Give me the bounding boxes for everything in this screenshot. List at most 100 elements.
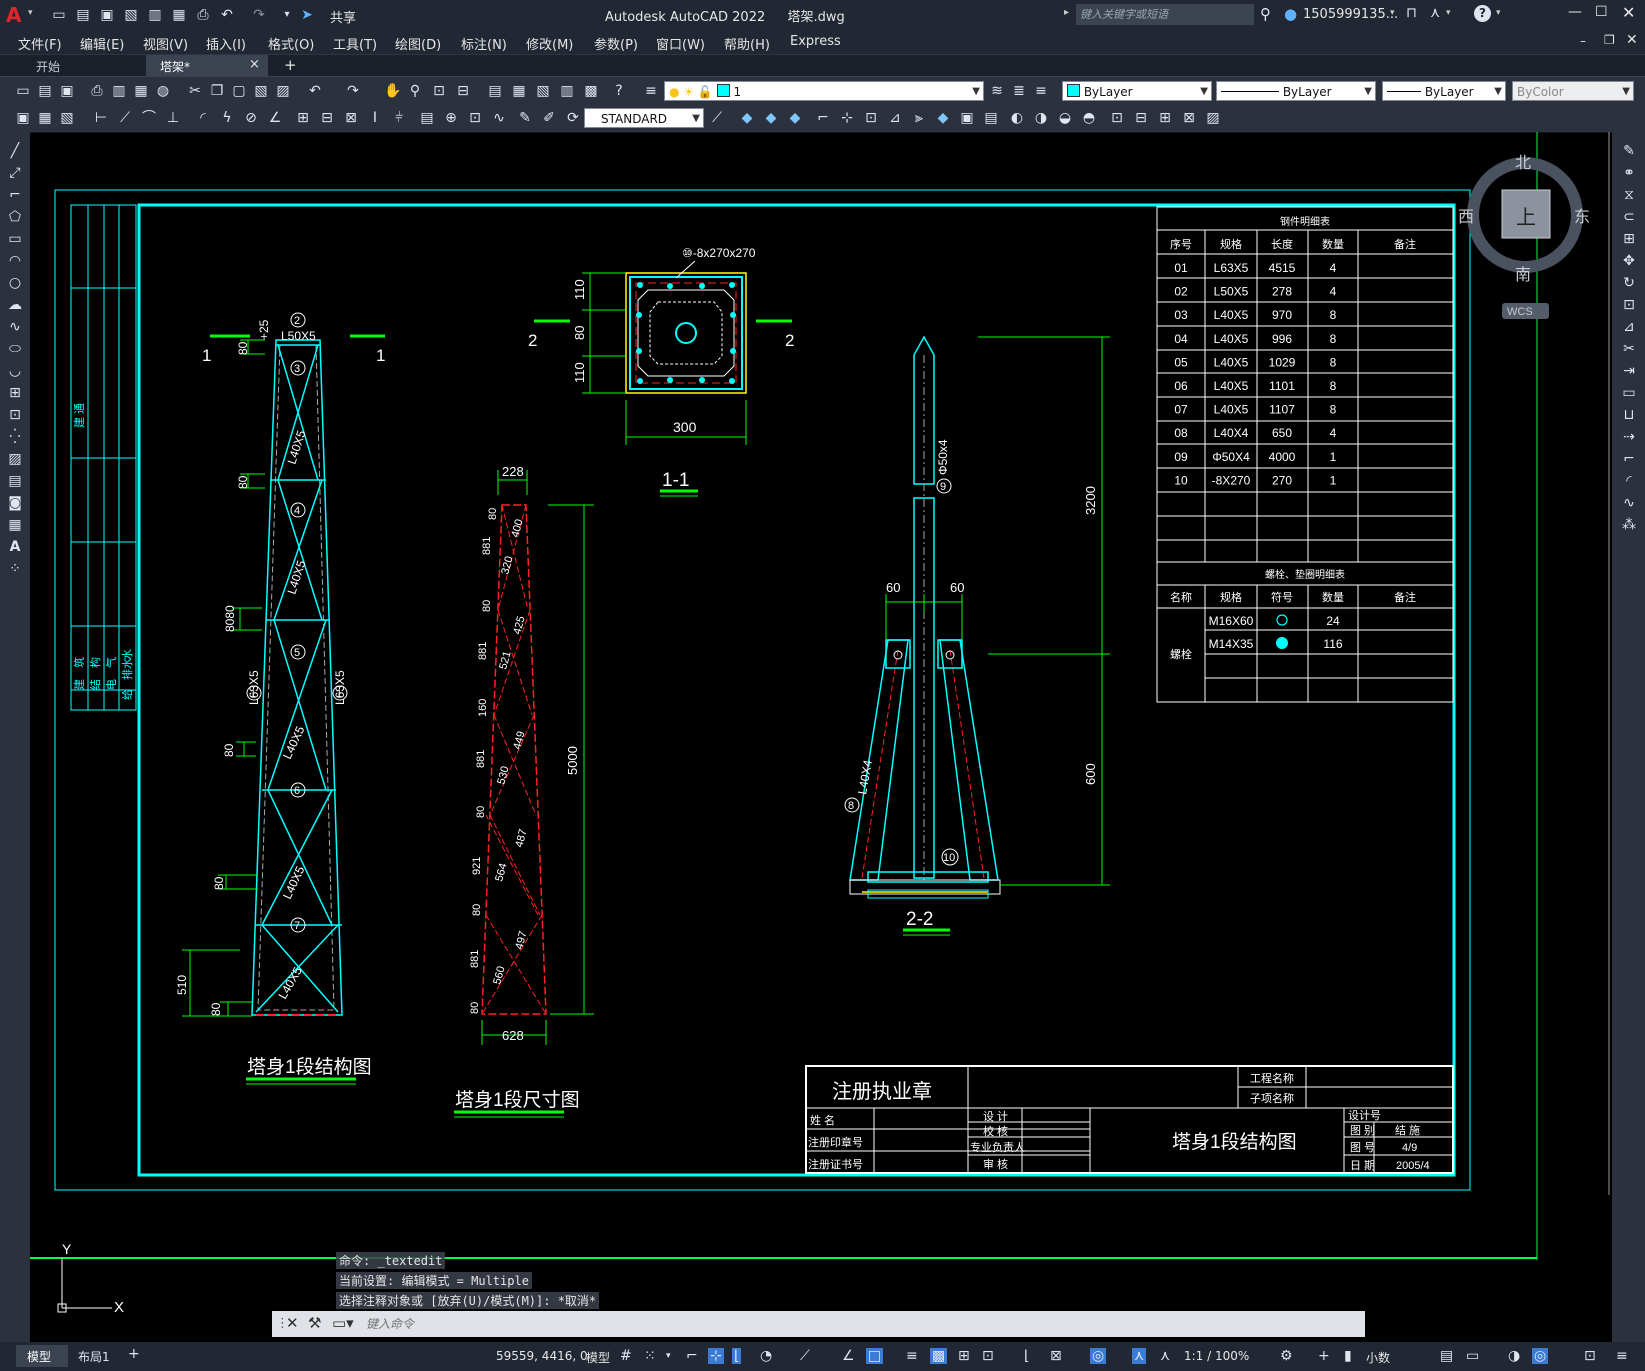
sheet-set-icon[interactable]: ▥ <box>558 82 576 100</box>
lock-ui-icon[interactable]: ▭ <box>1466 1348 1479 1364</box>
redo-icon[interactable]: ↷ <box>250 6 268 24</box>
view-3d-icon-1[interactable]: ◆ <box>738 109 756 127</box>
layer-dropdown[interactable]: ● ☀ 🔓 1 ▼ <box>664 81 984 101</box>
a360-chevron-icon[interactable]: ▾ <box>1446 8 1451 18</box>
save-icon[interactable]: ▣ <box>98 6 116 24</box>
ellipse-arc-icon[interactable]: ◡ <box>6 362 24 380</box>
offset-icon[interactable]: ⊂ <box>1620 208 1638 226</box>
undo-icon[interactable]: ↶ <box>218 6 236 24</box>
cut-icon[interactable]: ✂ <box>186 82 204 100</box>
polyline-icon[interactable]: ⌐ <box>6 186 24 204</box>
layer-state-icon[interactable]: ≡ <box>1032 82 1050 100</box>
arc-icon[interactable]: ◠ <box>6 252 24 270</box>
copy-object-icon[interactable]: ⚭ <box>1620 164 1638 182</box>
table-icon[interactable]: ▦ <box>6 516 24 534</box>
explode-icon[interactable]: ⁂ <box>1620 516 1638 534</box>
redo-tb-icon[interactable]: ↷ <box>344 82 362 100</box>
infer-constraints-icon[interactable]: ⌐ <box>686 1348 698 1364</box>
orbit-icon-1[interactable]: ⊡ <box>1108 109 1126 127</box>
zoom-window-icon[interactable]: ⊡ <box>430 82 448 100</box>
save-as-icon[interactable]: ▧ <box>122 6 140 24</box>
dim-diameter-icon[interactable]: ⊘ <box>242 109 260 127</box>
open-web-icon[interactable]: ▥ <box>146 6 164 24</box>
annotation-monitor-icon[interactable]: + <box>1318 1348 1330 1364</box>
orbit-icon-5[interactable]: ▨ <box>1204 109 1222 127</box>
search-expand-icon[interactable]: ▸ <box>1064 7 1069 18</box>
isolate-objects-icon[interactable]: ◑ <box>1508 1348 1520 1364</box>
coords-readout[interactable]: 59559, 4416, 0 <box>496 1349 588 1363</box>
menu-parametric[interactable]: 参数(P) <box>594 34 638 53</box>
tb2-icon-1[interactable]: ▣ <box>14 109 32 127</box>
tab-start[interactable]: 开始 <box>20 55 146 77</box>
viewcube-top[interactable]: 上 <box>1516 206 1536 229</box>
menu-insert[interactable]: 插入(I) <box>206 34 246 53</box>
selection-cycling-icon[interactable]: ⊞ <box>958 1348 970 1364</box>
ortho-icon[interactable]: ⌊ <box>732 1348 742 1364</box>
tb2-icon-2[interactable]: ▦ <box>36 109 54 127</box>
rotate-icon[interactable]: ↻ <box>1620 274 1638 292</box>
paste-icon[interactable]: ▢ <box>230 82 248 100</box>
lineweight-dropdown[interactable]: ByLayer ▼ <box>1382 81 1506 101</box>
3d-osnap-icon[interactable]: ⊡ <box>982 1348 994 1364</box>
doc-minimize-icon[interactable]: – <box>1580 34 1586 48</box>
search-input[interactable]: 键入关键字或短语 <box>1076 4 1254 25</box>
viewcube-south[interactable]: 南 <box>1515 266 1531 284</box>
doc-restore-icon[interactable]: ❐ <box>1604 33 1615 47</box>
view-3d-icon-2[interactable]: ◆ <box>762 109 780 127</box>
new-file-icon[interactable]: ▭ <box>50 6 68 24</box>
dynamic-ucs-icon[interactable]: ⌊ <box>1024 1348 1029 1364</box>
dynamic-input-icon[interactable]: ⊹ <box>708 1348 724 1364</box>
dim-continue-icon[interactable]: ⊠ <box>342 109 360 127</box>
dimstyle-manager-icon[interactable]: ⟋ <box>708 109 726 127</box>
command-input[interactable] <box>364 1313 1358 1335</box>
calculator-icon[interactable]: ▩ <box>582 82 600 100</box>
array-icon[interactable]: ⊞ <box>1620 230 1638 248</box>
ucs-icon-4[interactable]: ⊿ <box>886 109 904 127</box>
share-label[interactable]: 共享 <box>330 7 356 26</box>
join-icon[interactable]: ⇢ <box>1620 428 1638 446</box>
copy-icon[interactable]: ❐ <box>208 82 226 100</box>
workspace-gear-icon[interactable]: ⚙ <box>1280 1348 1293 1364</box>
help-tb-icon[interactable]: ? <box>610 82 628 100</box>
menu-format[interactable]: 格式(O) <box>268 34 314 53</box>
circle-icon[interactable]: ○ <box>6 274 24 292</box>
menu-tools[interactable]: 工具(T) <box>333 34 377 53</box>
tb2-icon-3[interactable]: ▧ <box>58 109 76 127</box>
menu-dimension[interactable]: 标注(N) <box>461 34 507 53</box>
dim-baseline-icon[interactable]: ⊟ <box>318 109 336 127</box>
clean-screen-icon[interactable]: ⊡ <box>1584 1348 1596 1364</box>
visual-style-icon-4[interactable]: ◓ <box>1080 109 1098 127</box>
ucs-icon-6[interactable]: ◆ <box>934 109 952 127</box>
units-icon[interactable]: ▮ <box>1344 1348 1352 1364</box>
tool-palettes-icon[interactable]: ▧ <box>534 82 552 100</box>
polar-icon[interactable]: ◔ <box>760 1348 772 1364</box>
dim-aligned-icon[interactable]: ⟋ <box>116 109 134 127</box>
tolerance-icon[interactable]: ▤ <box>418 109 436 127</box>
chamfer-icon[interactable]: ⌐ <box>1620 450 1638 468</box>
app-menu-chevron-icon[interactable]: ▾ <box>28 8 33 18</box>
lineweight-icon[interactable]: ≡ <box>906 1348 918 1364</box>
make-current-icon[interactable]: ≋ <box>988 82 1006 100</box>
object-snap-tracking-icon[interactable]: ∠ <box>842 1348 855 1364</box>
menu-view[interactable]: 视图(V) <box>143 34 188 53</box>
match-prop-icon[interactable]: ▧ <box>252 82 270 100</box>
spline-icon[interactable]: ∿ <box>6 318 24 336</box>
dim-update-icon[interactable]: ⟳ <box>564 109 582 127</box>
color-dropdown[interactable]: ByLayer ▼ <box>1062 81 1212 101</box>
polygon-icon[interactable]: ⬠ <box>6 208 24 226</box>
scale-icon[interactable]: ⊡ <box>1620 296 1638 314</box>
qsave-icon[interactable]: ▣ <box>58 82 76 100</box>
preview-icon[interactable]: ▥ <box>110 82 128 100</box>
orbit-icon-3[interactable]: ⊞ <box>1156 109 1174 127</box>
hatch-icon[interactable]: ▨ <box>6 450 24 468</box>
orbit-icon-2[interactable]: ⊟ <box>1132 109 1150 127</box>
plot-icon[interactable]: ⎙ <box>194 6 212 24</box>
properties-icon[interactable]: ▤ <box>486 82 504 100</box>
make-block-icon[interactable]: ⊡ <box>6 406 24 424</box>
new-tab-button[interactable]: + <box>284 56 297 74</box>
save-web-icon[interactable]: ▦ <box>170 6 188 24</box>
visual-style-icon-2[interactable]: ◑ <box>1032 109 1050 127</box>
dim-radius-icon[interactable]: ◜ <box>194 109 212 127</box>
menu-express[interactable]: Express <box>790 34 841 49</box>
orbit-icon-4[interactable]: ⊠ <box>1180 109 1198 127</box>
